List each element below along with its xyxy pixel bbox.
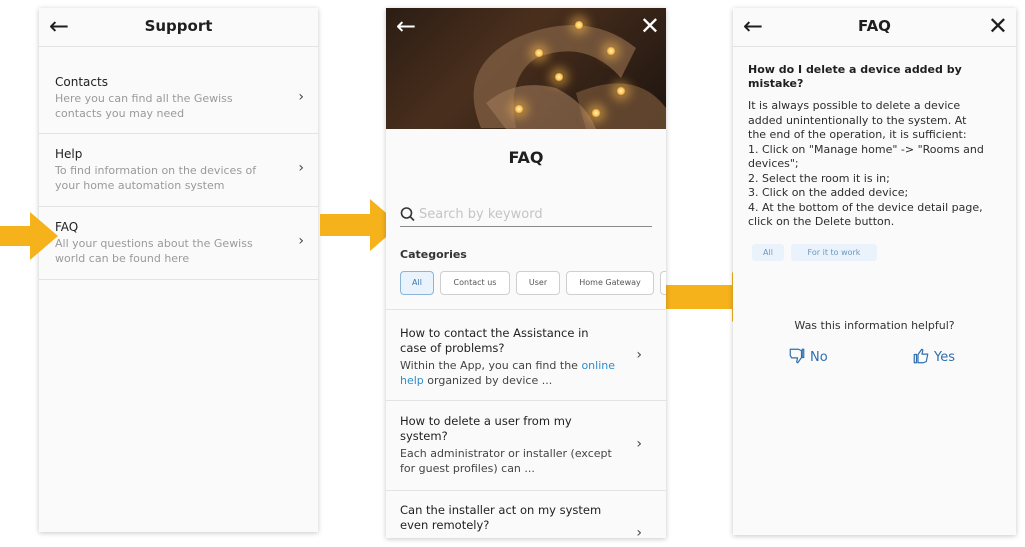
menu-item-title: FAQ — [55, 220, 79, 234]
page-title: FAQ — [508, 148, 544, 167]
thumbs-down-icon — [789, 348, 805, 364]
faq-item[interactable]: How to delete a user from my system? Eac… — [400, 414, 615, 476]
faq-item-title: Can the installer act on my system even … — [400, 503, 602, 532]
divider — [386, 400, 666, 401]
faq-item-title: How to contact the Assistance in case of… — [400, 326, 589, 355]
bulb-icon — [606, 46, 616, 56]
faq-item[interactable]: Can the installer act on my system even … — [400, 503, 615, 533]
divider — [386, 490, 666, 491]
answer-line: the end of the operation, it is sufficie… — [748, 128, 967, 141]
bulb-icon — [554, 72, 564, 82]
support-screen: ← Support Contacts Here you can find all… — [39, 8, 318, 532]
support-header: ← Support — [39, 8, 318, 47]
question-title: How do I delete a device added by mistak… — [748, 63, 962, 90]
menu-item-desc: All your questions about the Gewiss worl… — [55, 237, 253, 265]
chevron-right-icon: › — [636, 436, 642, 452]
menu-item-title: Help — [55, 147, 83, 161]
faq-header: ← FAQ ✕ — [733, 8, 1016, 47]
tag-for-it-to-work[interactable]: For it to work — [791, 244, 877, 261]
chevron-right-icon: › — [298, 160, 304, 176]
answer-line: 2. Select the room it is in; — [748, 171, 890, 185]
chevron-right-icon: › — [298, 233, 304, 249]
answer-line: 4. At the bottom of the device detail pa… — [748, 200, 983, 214]
chip-contact-us[interactable]: Contact us — [440, 271, 510, 295]
menu-item-contacts[interactable]: Contacts Here you can find all the Gewis… — [39, 63, 318, 134]
answer-body: It is always possible to delete a device… — [748, 99, 1006, 230]
menu-item-help[interactable]: Help To find information on the devices … — [39, 134, 318, 207]
arrow-right-icon — [0, 212, 58, 260]
helpful-question: Was this information helpful? — [794, 319, 955, 332]
menu-item-desc: To find information on the devices of yo… — [55, 164, 257, 192]
divider — [386, 309, 666, 310]
categories-label: Categories — [400, 248, 467, 261]
menu-item-faq[interactable]: FAQ All your questions about the Gewiss … — [39, 207, 318, 280]
menu-item-title: Contacts — [55, 75, 108, 89]
search-icon — [400, 207, 415, 222]
arrow-left-icon[interactable]: ← — [396, 12, 416, 40]
vote-no-button[interactable]: No — [788, 347, 828, 365]
search-input[interactable] — [419, 204, 649, 224]
close-icon[interactable]: ✕ — [640, 12, 660, 40]
chip-home-gateway[interactable]: Home Gateway — [566, 271, 654, 295]
search-bar — [400, 204, 652, 227]
bulb-icon — [616, 86, 626, 96]
bulb-icon — [514, 104, 524, 114]
page-title: FAQ — [858, 17, 891, 35]
chip-more[interactable] — [660, 271, 666, 295]
chip-all[interactable]: All — [400, 271, 434, 295]
answer-line: It is always possible to delete a device — [748, 99, 961, 112]
bulb-icon — [574, 20, 584, 30]
hero-image: ← ✕ — [386, 8, 666, 129]
answer-text: organized by device ... — [423, 374, 553, 387]
vote-no-label: No — [810, 350, 828, 365]
bulb-icon — [591, 108, 601, 118]
faq-item-answer: Within the App, you can find the online … — [400, 358, 615, 388]
answer-line: 3. Click on the added device; — [748, 186, 909, 199]
thumbs-up-icon — [913, 348, 929, 364]
chevron-right-icon: › — [636, 525, 642, 538]
light-sign-image — [473, 25, 666, 129]
chip-user[interactable]: User — [516, 271, 560, 295]
vote-yes-button[interactable]: Yes — [912, 347, 955, 365]
answer-line: added unintentionally to the system. At — [748, 113, 967, 127]
menu-item-desc: Here you can find all the Gewiss contact… — [55, 92, 233, 120]
chevron-right-icon: › — [636, 347, 642, 363]
vote-yes-label: Yes — [934, 350, 955, 365]
faq-item-answer: Each administrator or installer (except … — [400, 447, 612, 475]
chevron-right-icon: › — [298, 89, 304, 105]
close-icon[interactable]: ✕ — [988, 12, 1008, 40]
faq-item[interactable]: How to contact the Assistance in case of… — [400, 326, 615, 388]
answer-line: 1. Click on "Manage home" -> "Rooms and — [748, 142, 984, 156]
faq-list-screen: ← ✕ FAQ Categories All Contact us User H… — [386, 8, 666, 538]
answer-line: devices"; — [748, 157, 799, 170]
page-title: Support — [144, 17, 213, 35]
tag-all[interactable]: All — [752, 244, 784, 261]
faq-item-title: How to delete a user from my system? — [400, 414, 572, 443]
bulb-icon — [534, 48, 544, 58]
answer-text: Within the App, you can find the — [400, 359, 582, 372]
answer-line: click on the Delete button. — [748, 215, 895, 228]
faq-detail-screen: ← FAQ ✕ How do I delete a device added b… — [733, 8, 1016, 535]
